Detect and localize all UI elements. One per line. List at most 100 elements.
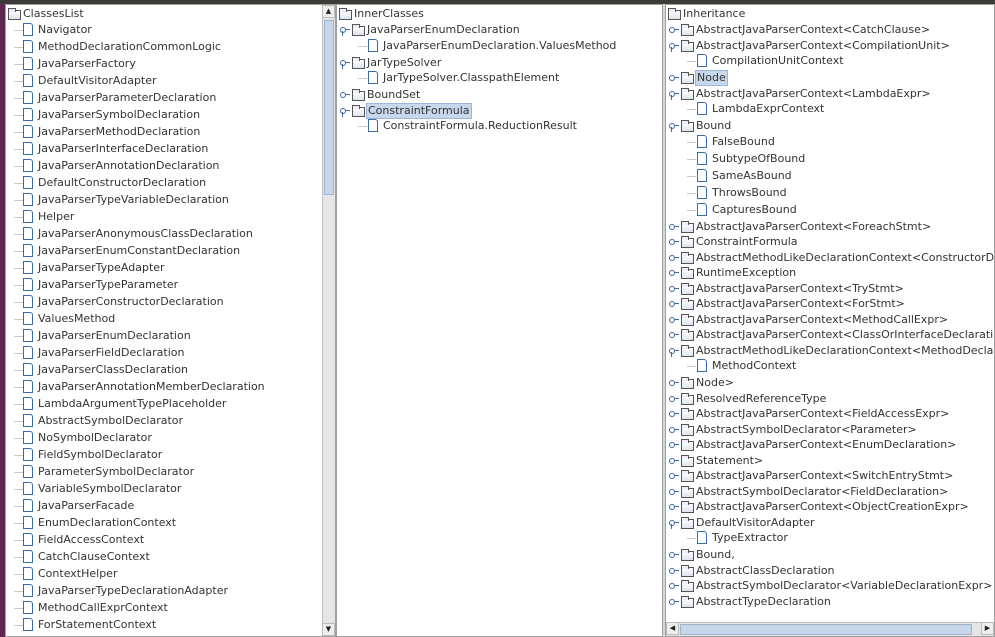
collapsed-handle-icon[interactable] xyxy=(669,426,679,433)
horizontal-scrollbar[interactable]: ◀ ▶ xyxy=(666,622,994,636)
item-label: ConstraintFormula xyxy=(366,102,472,119)
collapsed-handle-icon[interactable] xyxy=(669,239,679,245)
inheritance-panel[interactable]: ◀ ▶ Inheritance AbstractJavaParserContext… xyxy=(665,4,995,637)
tree-line xyxy=(14,353,23,354)
collapsed-handle-icon[interactable] xyxy=(669,567,679,574)
item-label: JarTypeSolver.ClasspathElement xyxy=(383,71,560,84)
item-label: JavaParserTypeParameter xyxy=(38,278,179,291)
tree-line xyxy=(14,132,23,133)
item-label: AbstractSymbolDeclarator<VariableDeclara… xyxy=(696,579,993,592)
item-label: Helper xyxy=(38,210,75,223)
expanded-handle-icon[interactable] xyxy=(340,27,350,36)
collapsed-handle-icon[interactable] xyxy=(669,411,679,417)
expanded-handle-icon[interactable] xyxy=(669,42,679,52)
file-icon xyxy=(23,567,33,580)
collapsed-handle-icon[interactable] xyxy=(669,332,679,338)
tree-line xyxy=(14,608,23,609)
file-icon xyxy=(697,54,707,67)
collapsed-handle-icon[interactable] xyxy=(669,316,679,323)
item-label: Navigator xyxy=(38,23,92,36)
folder-icon xyxy=(681,313,694,326)
item-label: AbstractJavaParserContext<CompilationUni… xyxy=(696,38,950,52)
item-label: FieldSymbolDeclarator xyxy=(38,448,163,461)
item-label: DefaultVisitorAdapter xyxy=(696,515,815,529)
item-label: AbstractSymbolDeclarator<Parameter> xyxy=(696,422,917,436)
folder-icon xyxy=(352,89,365,101)
folder-icon xyxy=(681,377,694,389)
collapsed-handle-icon[interactable] xyxy=(669,552,679,558)
collapsed-handle-icon[interactable] xyxy=(669,598,679,605)
file-icon xyxy=(23,125,33,138)
collapsed-handle-icon[interactable] xyxy=(669,270,679,276)
tree-line xyxy=(14,625,23,626)
item-label: AbstractJavaParserContext<FieldAccessExp… xyxy=(696,407,950,420)
collapsed-handle-icon[interactable] xyxy=(669,27,679,33)
collapsed-handle-icon[interactable] xyxy=(669,75,679,81)
scroll-down-arrow[interactable]: ▼ xyxy=(322,623,335,636)
folder-icon xyxy=(681,344,694,357)
collapsed-handle-icon[interactable] xyxy=(669,395,679,402)
tree-line xyxy=(14,285,23,286)
expanded-handle-icon[interactable] xyxy=(340,107,350,117)
scrollbar-thumb[interactable] xyxy=(680,624,972,635)
file-icon xyxy=(368,71,378,84)
folder-icon xyxy=(339,8,352,20)
tree-line xyxy=(687,175,696,177)
item-label: FalseBound xyxy=(712,134,775,148)
folder-icon xyxy=(352,104,365,117)
item-label: ConstraintFormula.ReductionResult xyxy=(383,119,577,132)
item-label: JarTypeSolver xyxy=(367,55,442,69)
collapsed-handle-icon[interactable] xyxy=(669,380,679,386)
folder-icon xyxy=(681,580,694,592)
expanded-handle-icon[interactable] xyxy=(669,90,679,100)
tree-line xyxy=(14,251,23,252)
item-label: ConstraintFormula xyxy=(696,235,798,248)
scroll-up-arrow[interactable]: ▲ xyxy=(322,5,335,18)
item-label: SameAsBound xyxy=(712,168,792,182)
expanded-handle-icon[interactable] xyxy=(669,123,679,132)
item-label: CompilationUnitContext xyxy=(712,54,844,67)
collapsed-handle-icon[interactable] xyxy=(669,301,679,307)
inner-classes-panel[interactable]: InnerClasses JavaParserEnumDeclaration Jav… xyxy=(336,4,663,637)
collapsed-handle-icon[interactable] xyxy=(669,442,679,448)
collapsed-handle-icon[interactable] xyxy=(669,583,679,589)
tree-line xyxy=(358,78,367,79)
file-icon xyxy=(23,380,33,393)
classes-list-panel[interactable]: ▲ ▼ ClassesList Navigator MethodDeclaratio… xyxy=(5,4,336,637)
collapsed-handle-icon[interactable] xyxy=(669,473,679,479)
tree-line xyxy=(14,455,23,456)
item-label: ContextHelper xyxy=(38,567,118,580)
scrollbar-thumb[interactable] xyxy=(324,20,334,195)
expanded-handle-icon[interactable] xyxy=(340,59,350,69)
expanded-handle-icon[interactable] xyxy=(669,347,679,357)
file-icon xyxy=(23,448,33,461)
collapsed-handle-icon[interactable] xyxy=(669,488,679,495)
collapsed-handle-icon[interactable] xyxy=(669,254,679,261)
file-icon xyxy=(23,261,33,274)
collapsed-handle-icon[interactable] xyxy=(669,285,679,292)
collapsed-handle-icon[interactable] xyxy=(669,457,679,464)
folder-icon xyxy=(681,549,694,561)
vertical-scrollbar[interactable]: ▲ ▼ xyxy=(322,5,335,636)
item-label: Bound xyxy=(696,119,732,132)
expanded-handle-icon[interactable] xyxy=(669,519,679,529)
item-label: JavaParserAnonymousClassDeclaration xyxy=(38,227,253,240)
file-icon xyxy=(368,119,378,132)
collapsed-handle-icon[interactable] xyxy=(669,223,679,230)
tree-line xyxy=(14,183,23,184)
scroll-right-arrow[interactable]: ▶ xyxy=(981,622,994,635)
file-icon xyxy=(23,397,33,410)
collapsed-handle-icon[interactable] xyxy=(340,92,350,98)
folder-icon xyxy=(681,24,694,36)
item-label: JavaParserSymbolDeclaration xyxy=(38,108,201,121)
file-icon xyxy=(697,359,707,372)
tree-line xyxy=(14,336,23,337)
collapsed-handle-icon[interactable] xyxy=(669,504,679,510)
tree-line xyxy=(14,438,23,439)
folder-icon xyxy=(681,72,694,84)
item-label: AbstractSymbolDeclarator<FieldDeclaratio… xyxy=(696,484,949,498)
file-icon xyxy=(23,108,33,121)
file-icon xyxy=(23,278,33,291)
scroll-left-arrow[interactable]: ◀ xyxy=(666,622,679,635)
tree-line xyxy=(14,591,23,592)
